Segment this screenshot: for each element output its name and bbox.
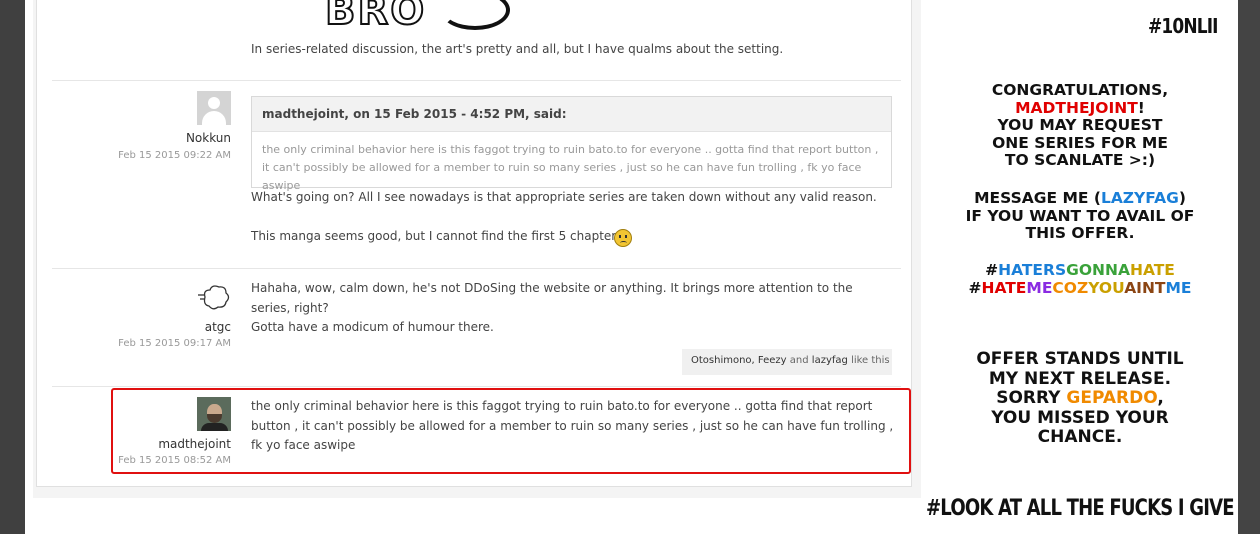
like-user-link[interactable]: Otoshimono, Feezy — [691, 355, 787, 366]
hashtag-top: #10NLII — [1148, 14, 1219, 38]
offer-ending: OFFER STANDS UNTIL MY NEXT RELEASE. SORR… — [976, 349, 1184, 447]
winner-name: MADTHEJOINT — [1015, 98, 1138, 117]
post-text: Gotta have a modicum of humour there. — [251, 320, 494, 334]
post-text: In series-related discussion, the art's … — [251, 42, 784, 56]
post-date[interactable]: Feb 15 2015 09:17 AM — [71, 338, 231, 349]
avatar[interactable] — [197, 91, 231, 125]
likes-bar: Otoshimono, Feezy and lazyfag like this — [682, 349, 892, 375]
highlight-box — [111, 388, 911, 474]
congrats-message: CONGRATULATIONS, MADTHEJOINT! YOU MAY RE… — [991, 81, 1169, 169]
gepardo-name: GEPARDO — [1066, 388, 1158, 408]
background-left — [0, 0, 25, 534]
post-author[interactable]: Nokkun — [91, 131, 231, 145]
likes-suffix: like this — [851, 355, 890, 366]
bro-logo-image: BRO — [324, 0, 427, 35]
post-divider — [52, 80, 901, 81]
post-divider — [52, 268, 901, 269]
quote-header[interactable]: madthejoint, on 15 Feb 2015 - 4:52 PM, s… — [252, 97, 891, 132]
sad-smiley-icon — [614, 229, 632, 247]
default-user-icon — [208, 97, 220, 109]
message-offer: MESSAGE ME (LAZYFAG) IF YOU WANT TO AVAI… — [965, 189, 1195, 242]
background-right — [1238, 0, 1260, 534]
post-text: This manga seems good, but I cannot find… — [251, 229, 627, 243]
post-author[interactable]: atgc — [91, 320, 231, 334]
lazyfag-name: LAZYFAG — [1100, 189, 1179, 207]
quote-block: madthejoint, on 15 Feb 2015 - 4:52 PM, s… — [251, 96, 892, 192]
post-text: What's going on? All I see nowadays is t… — [251, 190, 877, 204]
hashtag-bottom: #LOOK AT ALL THE FUCKS I GIVE — [926, 496, 1235, 521]
cloud-puff-icon[interactable] — [197, 280, 231, 314]
colorful-hashtags: #HATERSGONNAHATE #HATEMECOZYOUAINTME — [968, 261, 1192, 297]
post-divider — [52, 386, 901, 387]
post-date[interactable]: Feb 15 2015 09:22 AM — [71, 150, 231, 161]
post-text: Hahaha, wow, calm down, he's not DDoSing… — [251, 281, 853, 315]
like-user-link[interactable]: lazyfag — [812, 355, 848, 366]
